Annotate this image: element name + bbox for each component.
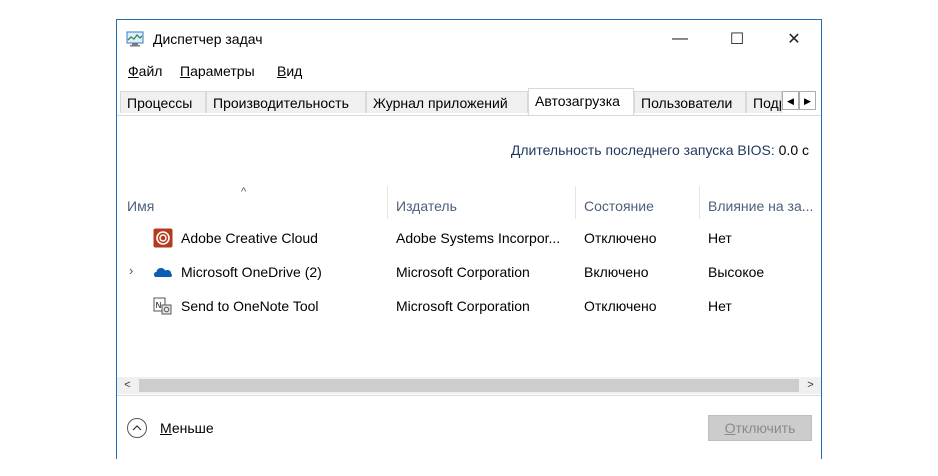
row-status: Включено: [584, 264, 649, 280]
tab-app-history[interactable]: Журнал приложений: [366, 91, 528, 113]
column-header-name[interactable]: Имя: [127, 198, 154, 214]
maximize-button[interactable]: ☐: [714, 20, 760, 58]
task-manager-window: Диспетчер задач — ☐ ✕ Файл Параметры Вид…: [116, 19, 822, 459]
row-status: Отключено: [584, 298, 657, 314]
minimize-button[interactable]: —: [657, 20, 703, 58]
sort-ascending-icon: ^: [241, 186, 247, 198]
triangle-right-icon: ▶: [804, 96, 811, 106]
bios-duration-value: 0.0 с: [778, 142, 809, 158]
minimize-icon: —: [672, 30, 688, 47]
table-row[interactable]: › Microsoft OneDrive (2) Microsoft Corpo…: [117, 255, 821, 289]
column-header-impact[interactable]: Влияние на за...: [708, 198, 813, 214]
scrollbar-thumb[interactable]: [139, 379, 799, 392]
row-impact: Высокое: [708, 264, 765, 280]
menu-file[interactable]: Файл: [128, 63, 162, 79]
table-row[interactable]: Adobe Creative Cloud Adobe Systems Incor…: [117, 221, 821, 255]
chevron-up-circle-icon[interactable]: [127, 418, 147, 438]
tab-users[interactable]: Пользователи: [634, 91, 746, 113]
tab-strip: Процессы Производительность Журнал прило…: [117, 88, 821, 116]
row-name: Adobe Creative Cloud: [181, 230, 318, 246]
bios-duration-label: Длительность последнего запуска BIOS:: [510, 142, 775, 158]
menu-view-label: ид: [286, 63, 303, 79]
window-title: Диспетчер задач: [153, 31, 263, 47]
close-icon: ✕: [787, 31, 801, 48]
tab-performance[interactable]: Производительность: [206, 91, 366, 113]
tab-scroll-right-button[interactable]: ▶: [799, 91, 816, 110]
column-divider[interactable]: [575, 186, 576, 219]
fewer-details-label: еньше: [171, 420, 214, 436]
row-impact: Нет: [708, 298, 732, 314]
row-publisher: Adobe Systems Incorpor...: [396, 230, 561, 246]
task-manager-icon: [126, 31, 144, 47]
onedrive-icon: [154, 268, 172, 277]
column-divider[interactable]: [387, 186, 388, 219]
menu-parameters[interactable]: Параметры: [180, 63, 255, 79]
row-name: Microsoft OneDrive (2): [181, 264, 322, 280]
fewer-details-mnemonic: М: [160, 420, 172, 436]
onenote-icon: N: [153, 297, 172, 315]
tab-startup[interactable]: Автозагрузка: [528, 88, 634, 115]
triangle-left-icon: ◀: [787, 96, 794, 106]
disable-button-mnemonic: О: [724, 420, 736, 436]
column-header-status[interactable]: Состояние: [584, 198, 654, 214]
menu-file-label: айл: [138, 63, 163, 79]
menu-parameters-label: араметры: [190, 63, 255, 79]
row-impact: Нет: [708, 230, 732, 246]
row-status: Отключено: [584, 230, 657, 246]
creative-cloud-icon: [153, 228, 173, 248]
close-button[interactable]: ✕: [771, 20, 817, 58]
menu-file-mnemonic: Ф: [128, 63, 139, 79]
tab-scroll-left-button[interactable]: ◀: [782, 91, 799, 110]
disable-button[interactable]: Отключить: [708, 415, 812, 441]
scroll-left-icon[interactable]: <: [119, 377, 136, 394]
expand-chevron-icon[interactable]: ›: [129, 263, 133, 278]
menu-view-mnemonic: В: [277, 63, 287, 79]
row-publisher: Microsoft Corporation: [396, 264, 530, 280]
bios-duration: Длительность последнего запуска BIOS: 0.…: [511, 142, 809, 158]
maximize-icon: ☐: [729, 31, 745, 48]
tab-processes[interactable]: Процессы: [120, 91, 206, 113]
title-bar[interactable]: Диспетчер задач — ☐ ✕: [117, 20, 821, 58]
scroll-right-icon[interactable]: >: [802, 377, 819, 394]
menu-bar: Файл Параметры Вид: [117, 60, 821, 82]
tab-details[interactable]: Подробности: [746, 91, 782, 113]
row-publisher: Microsoft Corporation: [396, 298, 530, 314]
disable-button-label: тключить: [735, 420, 796, 436]
menu-parameters-mnemonic: П: [180, 63, 191, 79]
row-name: Send to OneNote Tool: [181, 298, 319, 314]
horizontal-scrollbar[interactable]: < >: [117, 377, 821, 394]
footer: Меньше Отключить: [117, 395, 821, 459]
column-header-publisher[interactable]: Издатель: [396, 198, 457, 214]
menu-view[interactable]: Вид: [277, 63, 302, 79]
fewer-details-link[interactable]: Меньше: [160, 420, 214, 436]
column-divider[interactable]: [699, 186, 700, 219]
table-row[interactable]: N Send to OneNote Tool Microsoft Corpora…: [117, 289, 821, 323]
svg-text:N: N: [156, 301, 162, 310]
